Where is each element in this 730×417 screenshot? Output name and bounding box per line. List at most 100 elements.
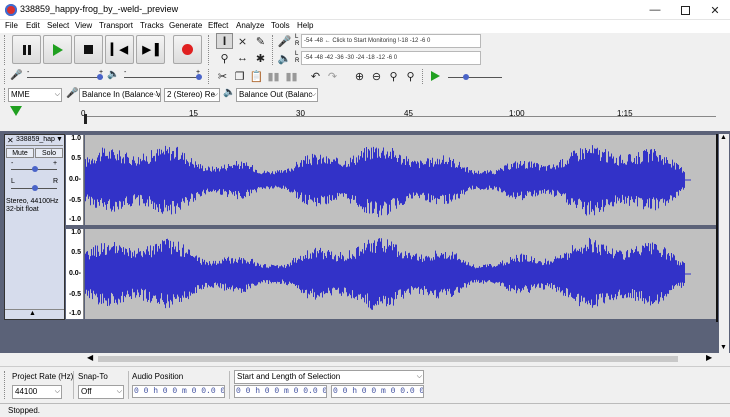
- selection-tool-button[interactable]: I: [216, 33, 233, 49]
- waveform-left-channel[interactable]: [85, 135, 716, 225]
- menu-select[interactable]: Select: [47, 21, 69, 30]
- project-rate-value: 44100: [15, 387, 38, 396]
- solo-button[interactable]: Solo: [35, 148, 63, 158]
- playback-volume-slider[interactable]: - +: [122, 69, 202, 84]
- playback-meter-button[interactable]: 🔈: [276, 50, 293, 66]
- recording-channels-select[interactable]: 2 (Stereo) Re ⌵: [164, 88, 220, 102]
- gain-slider-thumb[interactable]: [32, 166, 38, 172]
- fit-selection-icon: ⚲: [389, 70, 398, 83]
- maximize-button[interactable]: [670, 0, 700, 20]
- toolbar-grip[interactable]: [208, 35, 210, 65]
- scroll-right-icon[interactable]: ▶: [706, 353, 712, 362]
- slider-thumb[interactable]: [97, 74, 103, 80]
- snap-to-select[interactable]: Off ⌵: [78, 385, 124, 399]
- timeline-ruler[interactable]: 0 15 30 45 1:00 1:15: [0, 104, 730, 122]
- pan-slider-thumb[interactable]: [32, 185, 38, 191]
- selection-toolbar: Project Rate (Hz) 44100 ⌵ Snap-To Off ⌵ Au…: [0, 366, 730, 402]
- playback-meter[interactable]: -54 -48 -42 -36 -30 -24 -18 -12 -6 0: [301, 51, 481, 65]
- scroll-down-icon[interactable]: ▼: [720, 344, 727, 351]
- collapse-track-button[interactable]: ▲: [5, 309, 64, 319]
- trim-button[interactable]: ▮▮: [265, 68, 282, 84]
- toolbar-grip[interactable]: [272, 35, 274, 65]
- scroll-up-icon[interactable]: ▲: [720, 134, 727, 141]
- redo-button[interactable]: ↷: [324, 68, 341, 84]
- menu-view[interactable]: View: [75, 21, 92, 30]
- menu-tools[interactable]: Tools: [271, 21, 290, 30]
- pause-button[interactable]: [12, 35, 41, 64]
- stop-button[interactable]: [74, 35, 103, 64]
- draw-tool-button[interactable]: ✎: [252, 33, 269, 49]
- cut-button[interactable]: ✂: [214, 68, 231, 84]
- project-rate-select[interactable]: 44100 ⌵: [12, 385, 62, 399]
- recording-volume-slider[interactable]: - +: [25, 69, 105, 84]
- amplitude-scale-right[interactable]: 1.0 0.5 0.0- -0.5 -1.0: [66, 229, 84, 319]
- pin-head-icon[interactable]: [10, 106, 22, 116]
- scrollbar-thumb[interactable]: [98, 356, 678, 362]
- chevron-down-icon: ⌵: [54, 388, 60, 395]
- undo-button[interactable]: ↶: [307, 68, 324, 84]
- close-window-button[interactable]: ✕: [700, 0, 730, 20]
- slider-thumb[interactable]: [463, 74, 469, 80]
- time-shift-tool-button[interactable]: ↔: [234, 50, 251, 66]
- multi-tool-button[interactable]: ✱: [252, 50, 269, 66]
- menu-file[interactable]: File: [5, 21, 18, 30]
- selection-mode-select[interactable]: Start and Length of Selection ⌵: [234, 370, 424, 384]
- paste-button[interactable]: 📋: [248, 68, 265, 84]
- toolbar-grip[interactable]: [4, 88, 6, 102]
- play-icon: [52, 43, 63, 56]
- separator: [229, 371, 230, 399]
- scroll-left-icon[interactable]: ◀: [87, 353, 93, 362]
- toolbar-grip[interactable]: [4, 371, 6, 399]
- playback-device-select[interactable]: Balance Out (Balanc ⌵: [236, 88, 318, 102]
- toolbar-grip[interactable]: [422, 69, 424, 84]
- selection-end-field[interactable]: 0 0 h 0 0 m 0 0.0 0 0 s: [331, 385, 424, 398]
- silence-button[interactable]: ▮▮: [283, 68, 300, 84]
- record-button[interactable]: [173, 35, 202, 64]
- skip-to-start-button[interactable]: ▎◀: [105, 35, 134, 64]
- record-meter-button[interactable]: 🎤: [276, 33, 293, 49]
- zoom-tool-button[interactable]: ⚲: [216, 50, 233, 66]
- menu-transport[interactable]: Transport: [99, 21, 133, 30]
- audio-host-select[interactable]: MME ⌵: [8, 88, 62, 102]
- fit-project-button[interactable]: ⚲: [402, 68, 419, 84]
- waveform-right-channel[interactable]: [85, 229, 716, 319]
- playhead-marker[interactable]: [84, 114, 87, 124]
- audio-position-field[interactable]: 0 0 h 0 0 m 0 0.0 0 0 s: [132, 385, 225, 398]
- vertical-scrollbar[interactable]: ▲ ▼: [719, 134, 729, 356]
- horizontal-scrollbar[interactable]: ◀ ▶: [86, 353, 716, 364]
- play-speed-slider[interactable]: [446, 70, 504, 84]
- skip-to-end-button[interactable]: ▶▐: [136, 35, 165, 64]
- recording-device-select[interactable]: Balance In (Balance V ⌵: [79, 88, 161, 102]
- track-menu-chevron-icon[interactable]: ▼: [56, 136, 63, 143]
- menu-effect[interactable]: Effect: [208, 21, 228, 30]
- zoom-out-button[interactable]: ⊖: [368, 68, 385, 84]
- waveform-path: [85, 237, 685, 310]
- copy-button[interactable]: ❐: [231, 68, 248, 84]
- track-control-panel[interactable]: ✕ 338859_hap ▼ Mute Solo - + L R Stereo,…: [4, 134, 65, 320]
- menu-tracks[interactable]: Tracks: [140, 21, 164, 30]
- track-name[interactable]: 338859_hap: [16, 136, 56, 143]
- menu-help[interactable]: Help: [297, 21, 313, 30]
- zoom-in-button[interactable]: ⊕: [351, 68, 368, 84]
- toolbar-grip[interactable]: [4, 69, 6, 84]
- menu-analyze[interactable]: Analyze: [236, 21, 264, 30]
- mute-button[interactable]: Mute: [6, 148, 34, 158]
- toolbar-grip[interactable]: [208, 69, 210, 84]
- pencil-icon: ✎: [255, 35, 266, 48]
- status-bar: Stopped.: [0, 403, 730, 417]
- slider-thumb[interactable]: [196, 74, 202, 80]
- play-at-speed-button[interactable]: [427, 68, 444, 84]
- record-meter[interactable]: -54 -48 ← Click to Start Monitoring !-18…: [301, 34, 481, 48]
- envelope-tool-button[interactable]: ⨯: [234, 33, 251, 49]
- toolbar-grip[interactable]: [4, 35, 6, 65]
- minimize-button[interactable]: —: [640, 0, 670, 20]
- copy-icon: ❐: [234, 70, 245, 83]
- play-button[interactable]: [43, 35, 72, 64]
- close-track-icon[interactable]: ✕: [7, 136, 14, 145]
- selection-start-field[interactable]: 0 0 h 0 0 m 0 0.0 0 0 s: [234, 385, 327, 398]
- amplitude-scale-left[interactable]: 1.0 0.5 0.0- -0.5 -1.0: [66, 135, 84, 225]
- menu-edit[interactable]: Edit: [26, 21, 40, 30]
- scale-label: 1.0: [71, 135, 81, 142]
- menu-generate[interactable]: Generate: [169, 21, 202, 30]
- fit-selection-button[interactable]: ⚲: [385, 68, 402, 84]
